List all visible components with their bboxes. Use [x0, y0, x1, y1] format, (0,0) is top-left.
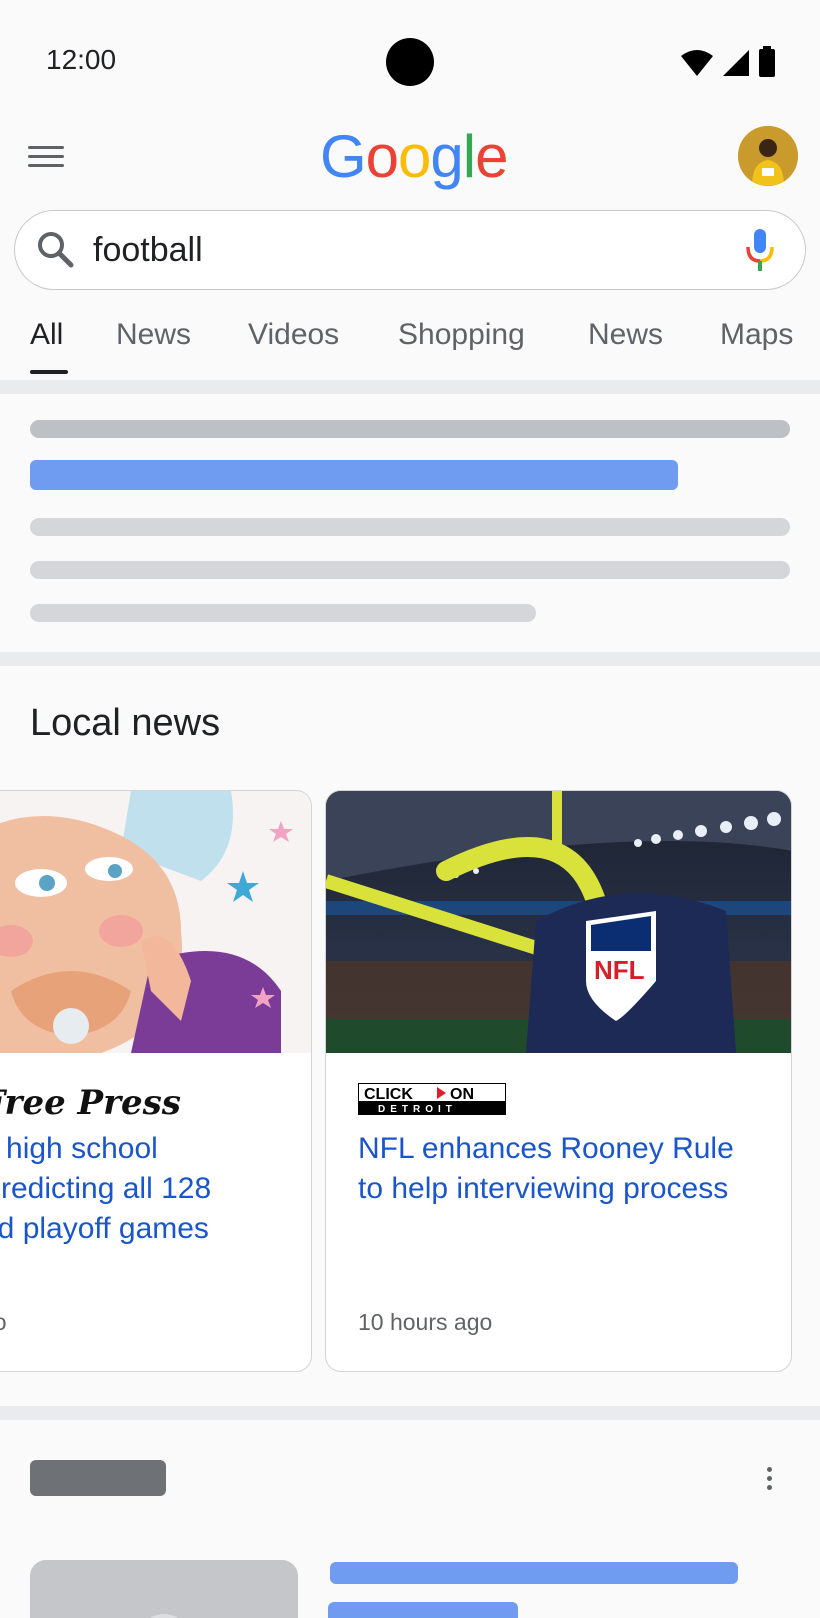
tab-videos[interactable]: Videos	[248, 318, 339, 352]
skeleton-title	[30, 1460, 166, 1496]
section-title-local-news: Local news	[30, 702, 221, 744]
status-bar: 12:00	[0, 0, 820, 110]
tab-all[interactable]: All	[30, 318, 63, 352]
avatar[interactable]	[738, 126, 798, 186]
battery-icon	[759, 46, 775, 77]
logo-letter: l	[462, 123, 476, 190]
hamburger-menu-icon[interactable]	[26, 140, 66, 176]
status-icons	[680, 46, 776, 78]
search-input[interactable]	[93, 225, 653, 275]
search-icon[interactable]	[35, 229, 75, 269]
news-source-logo: CLICK ON DETROIT	[357, 1082, 507, 1120]
headline-line: Predicting all 128	[0, 1172, 212, 1205]
search-tabs: All News Videos Shopping News Maps	[0, 300, 820, 378]
news-card-image: NFL	[326, 791, 791, 1053]
section-divider	[0, 652, 820, 666]
section-divider	[0, 380, 820, 394]
more-options-icon[interactable]	[762, 1464, 776, 1494]
headline-line: nd playoff games	[0, 1212, 209, 1245]
app-header: Google	[0, 118, 820, 198]
tab-maps[interactable]: Maps	[720, 318, 793, 352]
news-headline[interactable]: n high school Predicting all 128 nd play…	[0, 1129, 301, 1249]
svg-text:ON: ON	[450, 1086, 474, 1103]
headline-line: n high school	[0, 1132, 158, 1165]
signal-icon	[723, 50, 749, 76]
skeleton-line	[30, 420, 790, 438]
news-card[interactable]: Free Press n high school Predicting all …	[0, 790, 312, 1372]
news-timestamp: go	[0, 1309, 7, 1336]
skeleton-line	[30, 604, 536, 622]
search-box[interactable]	[14, 210, 806, 290]
news-timestamp: 10 hours ago	[358, 1309, 493, 1335]
tab-news-2[interactable]: News	[588, 318, 663, 352]
news-source-logo: Free Press	[0, 1083, 181, 1123]
skeleton-link	[30, 460, 678, 490]
svg-text:CLICK: CLICK	[364, 1086, 413, 1103]
camera-cutout	[386, 38, 434, 86]
skeleton-thumbnail	[30, 1560, 298, 1618]
wifi-icon	[681, 50, 713, 76]
logo-letter: G	[320, 123, 367, 190]
status-time: 12:00	[46, 44, 117, 75]
tab-news[interactable]: News	[116, 318, 191, 352]
skeleton-link	[330, 1562, 738, 1584]
news-headline[interactable]: NFL enhances Rooney Rule to help intervi…	[358, 1129, 758, 1209]
skeleton-link	[328, 1602, 518, 1618]
skeleton-line	[30, 518, 790, 536]
svg-text:DETROIT: DETROIT	[378, 1104, 457, 1115]
microphone-icon[interactable]	[745, 227, 775, 273]
logo-letter: o	[398, 123, 431, 190]
news-card[interactable]: NFL CLICK ON DETROIT NFL enhances Rooney…	[325, 790, 792, 1372]
google-logo[interactable]: Google	[320, 122, 509, 191]
active-tab-indicator	[30, 370, 68, 374]
nfl-shield-logo: NFL	[594, 955, 645, 985]
logo-letter: e	[475, 123, 508, 190]
skeleton-line	[30, 561, 790, 579]
section-divider	[0, 1406, 820, 1420]
tab-shopping[interactable]: Shopping	[398, 318, 525, 352]
logo-letter: g	[430, 123, 463, 190]
news-card-image	[0, 791, 311, 1053]
logo-letter: o	[365, 123, 399, 190]
